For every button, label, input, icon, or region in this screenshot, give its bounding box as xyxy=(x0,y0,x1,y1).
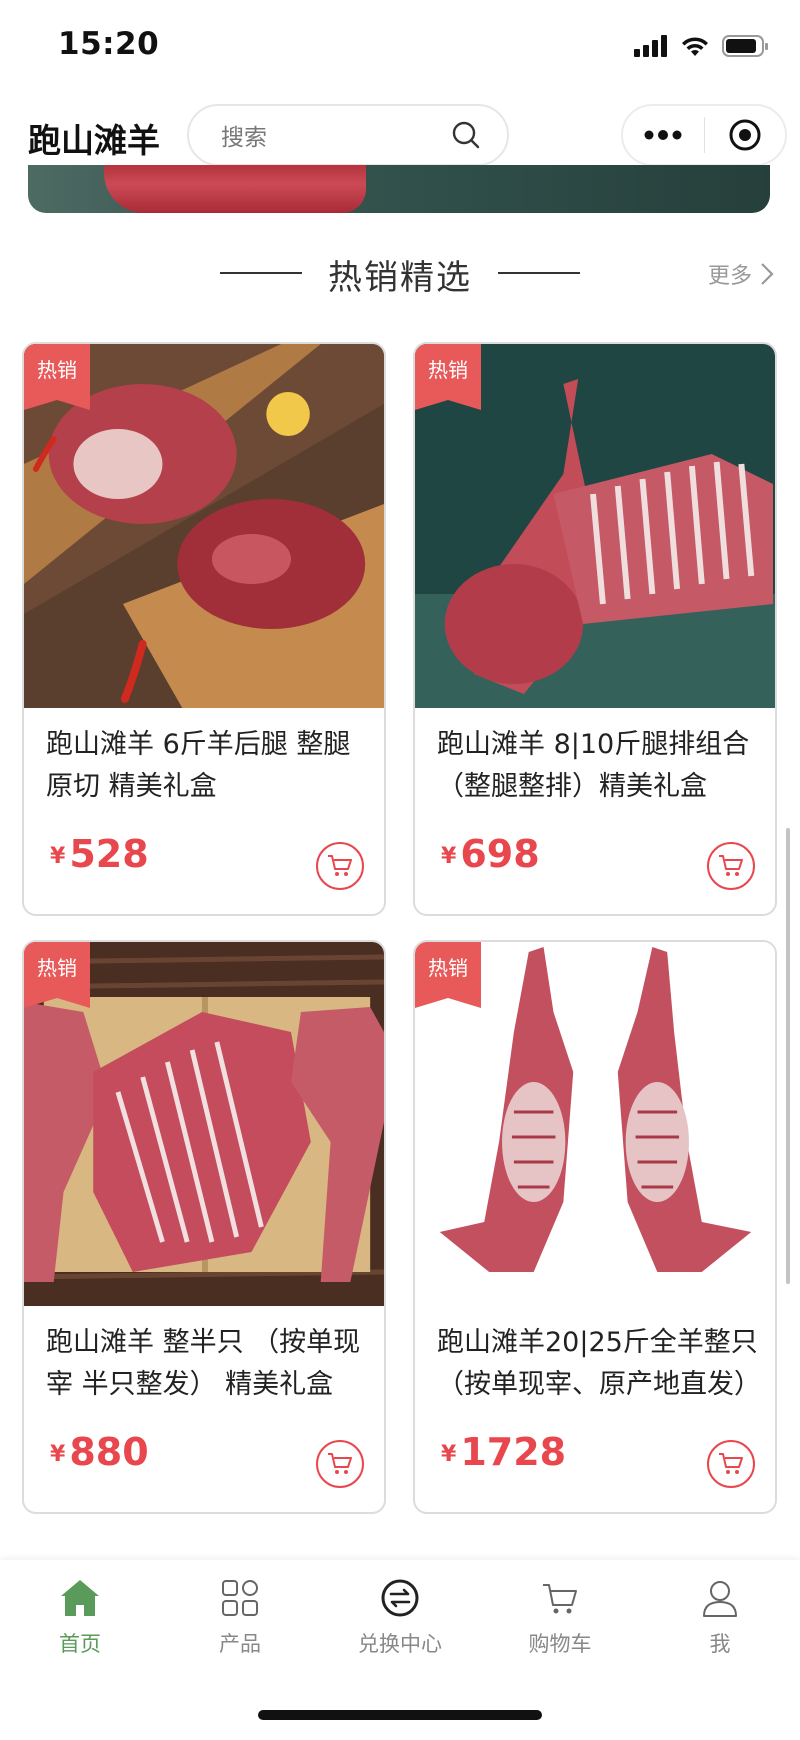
search-icon xyxy=(452,121,480,149)
product-price: ¥880 xyxy=(50,1430,149,1474)
add-to-cart-button[interactable] xyxy=(316,842,364,890)
product-name: 跑山滩羊 整半只 （按单现宰 半只整发） 精美礼盒 xyxy=(46,1327,361,1400)
tab-label: 首页 xyxy=(59,1632,101,1656)
cart-icon xyxy=(328,855,352,876)
tab-label: 我 xyxy=(709,1632,731,1656)
tab-label: 购物车 xyxy=(528,1632,592,1656)
product-price: ¥1728 xyxy=(441,1430,567,1474)
home-icon xyxy=(61,1580,99,1616)
cart-icon xyxy=(719,855,743,876)
hot-sale-badge: 热销 xyxy=(415,942,481,1008)
chevron-right-icon xyxy=(761,263,774,285)
product-card[interactable]: 热销 跑山滩羊 8|10斤腿排组合 （整腿整排）精美礼盒 ¥698 xyxy=(413,342,777,916)
tab-me[interactable]: 我 xyxy=(660,1578,780,1658)
tab-products[interactable]: 产品 xyxy=(180,1578,300,1658)
more-options-button[interactable] xyxy=(623,106,704,164)
more-link[interactable]: 更多 xyxy=(708,258,774,290)
cart-icon xyxy=(719,1453,743,1474)
app-title: 跑山滩羊 xyxy=(28,121,160,160)
section-title: 热销精选 xyxy=(328,258,472,298)
product-name: 跑山滩羊20|25斤全羊整只（按单现宰、原产地直发） xyxy=(437,1327,759,1400)
add-to-cart-button[interactable] xyxy=(316,1440,364,1488)
user-icon xyxy=(703,1581,737,1617)
battery-icon xyxy=(722,35,768,57)
search-box[interactable]: 搜索 xyxy=(187,104,509,166)
wifi-icon xyxy=(682,37,708,56)
status-time: 15:20 xyxy=(58,26,160,62)
hot-sale-badge: 热销 xyxy=(24,344,90,410)
section-line-right xyxy=(498,272,580,274)
home-indicator xyxy=(258,1710,542,1720)
scrollbar[interactable] xyxy=(786,828,790,1284)
banner-meat-graphic xyxy=(104,165,366,213)
tab-label: 产品 xyxy=(219,1632,261,1656)
product-name: 跑山滩羊 6斤羊后腿 整腿原切 精美礼盒 xyxy=(46,729,351,802)
hot-sale-badge: 热销 xyxy=(24,942,90,1008)
banner-image[interactable] xyxy=(28,165,770,213)
product-card[interactable]: 热销 跑山滩羊20|25斤全羊整只（按单现宰、原产地直发） ¥1728 xyxy=(413,940,777,1514)
product-card[interactable]: 热销 跑山滩羊 6斤羊后腿 整腿原切 精美礼盒 ¥528 xyxy=(22,342,386,916)
more-label: 更多 xyxy=(707,264,752,289)
tab-cart[interactable]: 购物车 xyxy=(500,1578,620,1658)
add-to-cart-button[interactable] xyxy=(707,1440,755,1488)
status-icons xyxy=(634,34,770,58)
miniprogram-capsule xyxy=(621,104,787,166)
tab-exchange-center[interactable]: 兑换中心 xyxy=(340,1578,460,1658)
close-miniprogram-button[interactable] xyxy=(705,106,786,164)
cart-icon xyxy=(328,1453,352,1474)
target-icon xyxy=(729,119,761,151)
product-name: 跑山滩羊 8|10斤腿排组合 （整腿整排）精美礼盒 xyxy=(437,729,750,802)
grid-icon xyxy=(222,1580,258,1616)
tab-label: 兑换中心 xyxy=(358,1632,442,1656)
signal-icon xyxy=(634,35,667,57)
search-placeholder: 搜索 xyxy=(221,125,267,151)
product-price: ¥528 xyxy=(50,832,149,876)
product-price: ¥698 xyxy=(441,832,540,876)
cart-icon xyxy=(543,1584,577,1614)
exchange-icon xyxy=(381,1579,419,1617)
tab-home[interactable]: 首页 xyxy=(20,1578,140,1658)
more-dots-icon xyxy=(644,130,682,140)
hot-sale-badge: 热销 xyxy=(415,344,481,410)
product-card[interactable]: 热销 跑山滩羊 整半只 （按单现宰 半只整发） 精美礼盒 ¥880 xyxy=(22,940,386,1514)
add-to-cart-button[interactable] xyxy=(707,842,755,890)
